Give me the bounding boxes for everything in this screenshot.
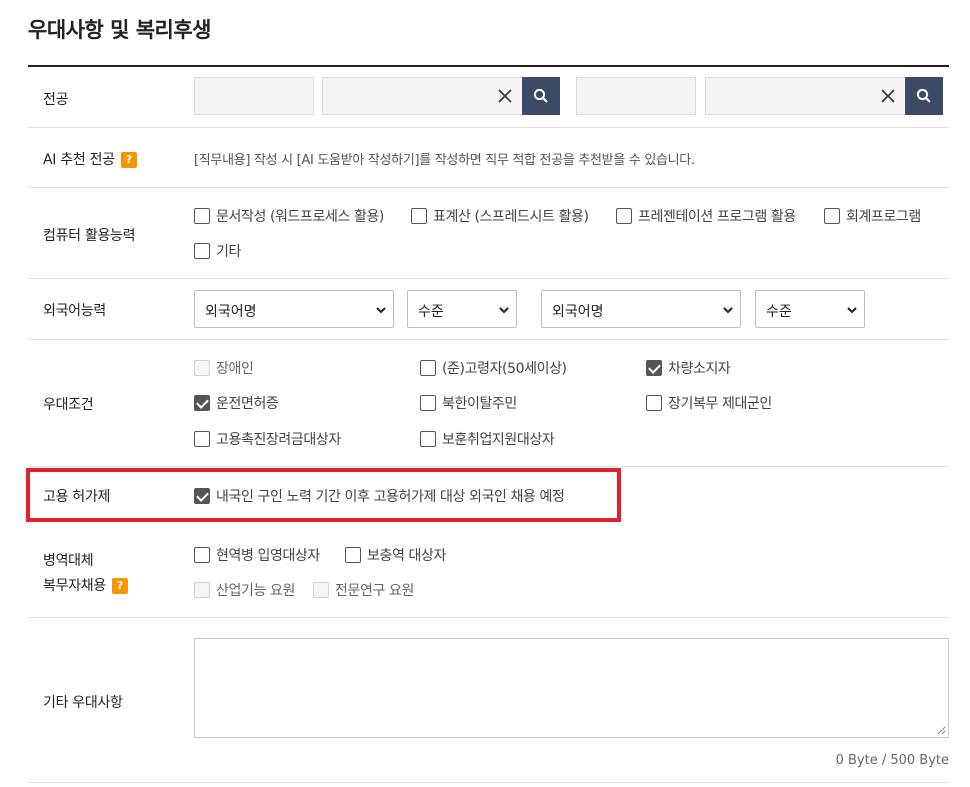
major-category-2-field[interactable] [576, 77, 696, 115]
row-divider [28, 278, 949, 279]
work-permit-label: 고용 허가제 [43, 489, 111, 505]
row-divider [28, 466, 949, 467]
checkbox[interactable] [194, 431, 210, 447]
checkbox[interactable] [646, 395, 662, 411]
major-search-1-button[interactable] [522, 77, 560, 115]
ai-major-label: AI 추천 전공? [43, 149, 137, 169]
checkbox[interactable] [616, 208, 632, 224]
military-label-line2: 복무자채용? [43, 575, 128, 595]
language-1-select[interactable]: 외국어명 [194, 290, 394, 328]
checkbox [194, 582, 210, 598]
ai-major-help-text: [직무내용] 작성 시 [AI 도움받아 작성하기]를 작성하면 직무 적합 전… [194, 153, 695, 168]
section-title: 우대사항 및 복리후생 [28, 18, 212, 42]
checkbox[interactable] [194, 208, 210, 224]
checkbox [313, 582, 329, 598]
row-divider [28, 339, 949, 340]
checkbox[interactable] [420, 360, 436, 376]
section-top-rule [28, 65, 949, 67]
checkbox[interactable] [194, 547, 210, 563]
checkbox[interactable] [345, 547, 361, 563]
row-divider [28, 617, 949, 618]
row-divider [28, 782, 949, 783]
chevron-down-icon [376, 307, 386, 314]
help-icon[interactable]: ? [120, 152, 137, 168]
major-search-2-input[interactable] [705, 77, 907, 115]
computer-skills-label: 컴퓨터 활용능력 [43, 228, 136, 244]
search-icon [533, 88, 548, 103]
language-2-level-select[interactable]: 수준 [755, 290, 865, 328]
checkbox[interactable] [194, 395, 210, 411]
military-label-text: 복무자채용 [43, 578, 106, 594]
major-search-1-input[interactable] [322, 77, 524, 115]
military-label-line1: 병역대체 [43, 553, 94, 569]
language-2-select[interactable]: 외국어명 [541, 290, 741, 328]
checkbox[interactable] [194, 243, 210, 259]
search-icon [916, 88, 931, 103]
checkbox[interactable] [824, 208, 840, 224]
major-label: 전공 [43, 92, 69, 108]
resize-handle-icon[interactable] [937, 726, 946, 735]
row-divider [28, 187, 949, 188]
ai-major-label-text: AI 추천 전공 [43, 152, 115, 168]
major-search-2-button[interactable] [905, 77, 943, 115]
chevron-down-icon [847, 307, 857, 314]
checkbox[interactable] [646, 360, 662, 376]
checkbox[interactable] [194, 488, 210, 504]
checkbox[interactable] [420, 431, 436, 447]
language-1-level-select[interactable]: 수준 [407, 290, 517, 328]
chevron-down-icon [723, 307, 733, 314]
clear-icon[interactable] [497, 88, 513, 104]
major-category-1-field[interactable] [194, 77, 314, 115]
checkbox[interactable] [411, 208, 427, 224]
other-preference-textarea[interactable] [194, 638, 949, 738]
preference-label: 우대조건 [43, 397, 94, 413]
byte-counter: 0 Byte / 500 Byte [835, 753, 949, 768]
checkbox [194, 360, 210, 376]
language-label: 외국어능력 [43, 303, 106, 319]
clear-icon[interactable] [880, 88, 896, 104]
other-preference-label: 기타 우대사항 [43, 695, 123, 711]
chevron-down-icon [499, 307, 509, 314]
help-icon[interactable]: ? [111, 578, 128, 594]
checkbox[interactable] [420, 395, 436, 411]
row-divider [28, 127, 949, 128]
